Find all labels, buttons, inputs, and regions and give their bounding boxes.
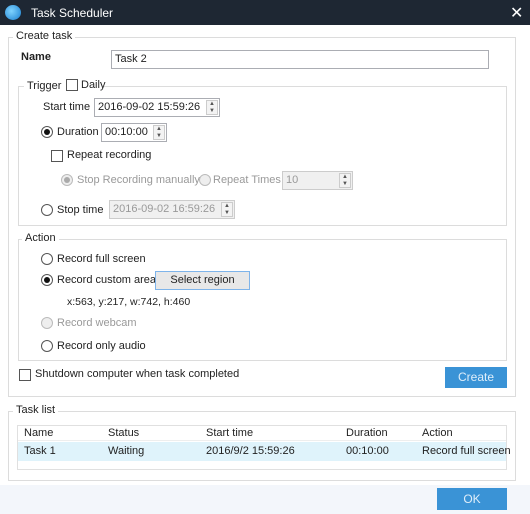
duration-value: 00:10:00 (105, 126, 148, 138)
create-button[interactable]: Create (445, 367, 507, 388)
start-time-spinner[interactable]: ▲ ▼ (206, 100, 218, 115)
column-header-status[interactable]: Status (108, 427, 139, 439)
shutdown-checkbox[interactable] (19, 369, 31, 381)
start-time-input[interactable]: 2016-09-02 15:59:26 ▲ ▼ (94, 98, 220, 117)
window-title: Task Scheduler (31, 6, 114, 20)
column-header-start-time[interactable]: Start time (206, 427, 253, 439)
close-icon[interactable]: ✕ (510, 3, 523, 23)
cell-start-time: 2016/9/2 15:59:26 (206, 445, 295, 457)
create-task-legend: Create task (13, 30, 76, 42)
select-region-button[interactable]: Select region (155, 271, 250, 290)
app-logo-icon (5, 5, 21, 20)
cell-name: Task 1 (24, 445, 56, 457)
title-bar: Task Scheduler ✕ (0, 0, 530, 25)
task-list-legend: Task list (13, 404, 59, 416)
duration-spinner[interactable]: ▲ ▼ (153, 125, 165, 140)
stop-time-label: Stop time (57, 204, 104, 216)
record-webcam-radio[interactable] (41, 317, 53, 329)
ok-button[interactable]: OK (437, 488, 507, 510)
trigger-legend: Trigger Daily (24, 79, 106, 93)
record-only-audio-radio[interactable] (41, 340, 53, 352)
daily-checkbox[interactable] (66, 79, 78, 91)
record-only-audio-label: Record only audio (57, 340, 146, 352)
table-header: Name Status Start time Duration Action (18, 426, 506, 441)
cell-status: Waiting (108, 445, 145, 457)
repeat-times-spinner[interactable]: ▲ ▼ (339, 173, 351, 188)
repeat-times-radio[interactable] (199, 174, 211, 186)
repeat-times-value: 10 (286, 174, 299, 186)
task-table: Name Status Start time Duration Action T… (17, 425, 511, 470)
duration-input[interactable]: 00:10:00 ▲ ▼ (101, 123, 167, 142)
stop-manually-radio[interactable] (61, 174, 73, 186)
region-coordinates: x:563, y:217, w:742, h:460 (67, 296, 191, 308)
trigger-label: Trigger (27, 80, 62, 92)
start-time-label: Start time (43, 101, 91, 113)
repeat-recording-checkbox[interactable] (51, 150, 63, 162)
record-custom-area-radio[interactable] (41, 274, 53, 286)
record-full-screen-radio[interactable] (41, 253, 53, 265)
repeat-times-input[interactable]: 10 ▲ ▼ (282, 171, 353, 190)
daily-label: Daily (81, 79, 106, 91)
record-full-screen-label: Record full screen (57, 253, 146, 265)
record-webcam-label: Record webcam (57, 317, 137, 329)
cell-duration: 00:10:00 (346, 445, 389, 457)
column-header-duration[interactable]: Duration (346, 427, 388, 439)
shutdown-label: Shutdown computer when task completed (35, 368, 240, 380)
record-custom-area-label: Record custom area (57, 274, 157, 286)
action-legend: Action (22, 232, 59, 244)
stop-time-input[interactable]: 2016-09-02 16:59:26 ▲ ▼ (109, 200, 235, 219)
column-header-name[interactable]: Name (24, 427, 53, 439)
name-input[interactable]: Task 2 (111, 50, 489, 69)
duration-radio[interactable] (41, 126, 53, 138)
repeat-times-label: Repeat Times (213, 174, 281, 186)
name-label: Name (21, 51, 51, 63)
start-time-value: 2016-09-02 15:59:26 (98, 101, 201, 113)
stop-manually-label: Stop Recording manually (77, 174, 200, 186)
repeat-recording-label: Repeat recording (67, 149, 152, 161)
stop-time-radio[interactable] (41, 204, 53, 216)
stop-time-value: 2016-09-02 16:59:26 (113, 203, 216, 215)
stop-time-spinner[interactable]: ▲ ▼ (221, 202, 233, 217)
duration-label: Duration (57, 126, 99, 138)
column-header-action[interactable]: Action (422, 427, 453, 439)
cell-action: Record full screen (422, 445, 511, 457)
table-row[interactable]: Task 1 Waiting 2016/9/2 15:59:26 00:10:0… (18, 442, 511, 461)
